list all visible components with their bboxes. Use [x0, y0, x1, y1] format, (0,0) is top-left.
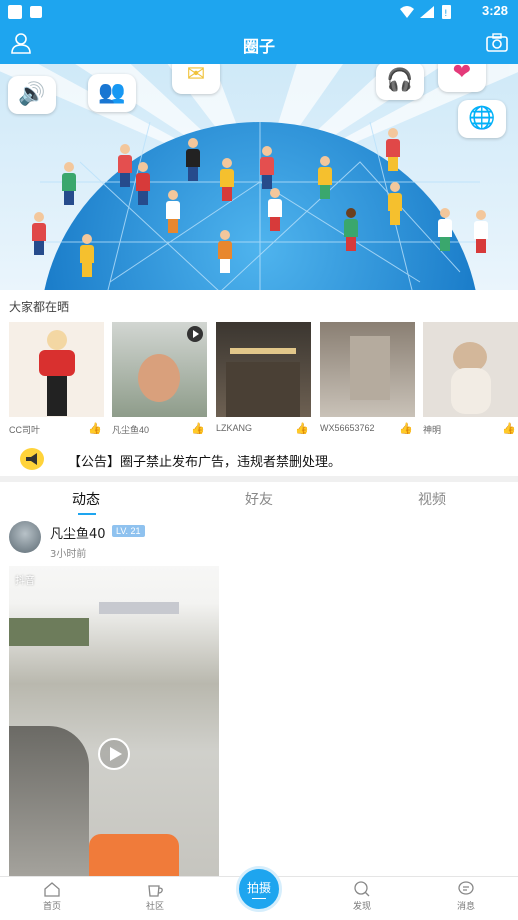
- shoot-button[interactable]: 拍摄: [236, 866, 282, 912]
- thumb-username: CC司叶: [9, 425, 40, 435]
- section-divider: [0, 476, 518, 482]
- person-figure: [186, 138, 200, 182]
- speaker-bubble-icon: 🔊: [8, 76, 56, 114]
- thumbs-up-icon[interactable]: 👍: [191, 422, 205, 435]
- person-figure: [260, 146, 274, 190]
- mail-bubble-icon: ✉: [172, 64, 220, 94]
- video-skyline: [99, 602, 179, 614]
- thumb-image: [320, 322, 415, 417]
- thumbnail-row: CC司叶 👍 凡尘鱼40 👍 LZKANG 👍 WX56653762 👍 神明 …: [9, 322, 518, 438]
- thumbs-up-icon[interactable]: 👍: [399, 422, 413, 435]
- person-figure: [166, 190, 180, 234]
- thumbs-up-icon[interactable]: 👍: [88, 422, 102, 435]
- person-figure: [80, 234, 94, 278]
- avatar[interactable]: [9, 521, 41, 553]
- nav-discover[interactable]: 发现: [342, 881, 382, 912]
- thumb-image: [9, 322, 104, 417]
- person-figure: [386, 128, 400, 172]
- nav-community-label: 社区: [145, 902, 164, 912]
- page-title: 圈子: [242, 37, 275, 56]
- nav-home[interactable]: 首页: [32, 881, 72, 912]
- thumb-card[interactable]: WX56653762 👍: [320, 322, 415, 438]
- tab-videos[interactable]: 视频: [418, 489, 446, 509]
- nav-messages[interactable]: 消息: [446, 881, 486, 912]
- tab-dynamic[interactable]: 动态: [72, 489, 100, 509]
- discover-icon: [354, 881, 370, 897]
- headset-bubble-icon: 🎧: [376, 64, 424, 100]
- tab-friends[interactable]: 好友: [245, 489, 273, 509]
- svg-text:!: !: [444, 9, 448, 19]
- nav-community[interactable]: 社区: [135, 881, 175, 912]
- person-figure: [318, 156, 332, 200]
- section-title: 大家都在晒: [9, 300, 70, 314]
- thumb-image: [112, 322, 207, 417]
- thumb-card[interactable]: CC司叶 👍: [9, 322, 104, 438]
- play-badge-icon: [187, 326, 203, 342]
- thumb-image: [423, 322, 518, 417]
- thumb-image: [216, 322, 311, 417]
- app-notification-icon: [30, 6, 42, 18]
- person-figure: [218, 230, 232, 274]
- megaphone-icon: [20, 448, 44, 470]
- thumb-card[interactable]: 神明 👍: [423, 322, 518, 438]
- video-scene: [9, 618, 89, 646]
- play-button[interactable]: [98, 738, 130, 770]
- thumb-card[interactable]: LZKANG 👍: [216, 322, 311, 438]
- app-header: 圈子: [0, 24, 518, 64]
- camera-icon[interactable]: [486, 33, 508, 53]
- cup-icon: [148, 885, 163, 897]
- person-figure: [32, 212, 46, 256]
- status-bar: ! 3:28: [0, 0, 518, 24]
- announcement-bar[interactable]: 【公告】圈子禁止发布广告，违规者禁删处理。: [0, 440, 518, 478]
- globe-bubble-icon: 🌐: [458, 100, 506, 138]
- nav-discover-label: 发现: [352, 902, 371, 912]
- notification-icon: [8, 5, 22, 19]
- people-bubble-icon: 👥: [88, 74, 136, 112]
- thumb-username: 神明: [423, 425, 442, 435]
- video-bag: [89, 834, 179, 876]
- shoot-label: 拍摄: [246, 881, 271, 895]
- person-figure: [118, 144, 132, 188]
- thumb-card[interactable]: 凡尘鱼40 👍: [112, 322, 207, 438]
- nav-messages-label: 消息: [456, 902, 475, 912]
- thumbs-up-icon[interactable]: 👍: [502, 422, 516, 435]
- video-rocks: [9, 726, 89, 876]
- person-figure: [344, 208, 358, 252]
- thumb-username: 凡尘鱼40: [112, 425, 150, 435]
- post-video[interactable]: 抖音: [9, 566, 219, 876]
- message-icon: [458, 881, 474, 895]
- person-figure: [220, 158, 234, 202]
- thumb-username: LZKANG: [216, 423, 253, 433]
- shoot-underline: [252, 898, 266, 899]
- person-figure: [136, 162, 150, 206]
- person-figure: [62, 162, 76, 206]
- thumbs-up-icon[interactable]: 👍: [295, 422, 309, 435]
- banner-image[interactable]: 🔊 👥 ✉ 🎧 ❤ 🌐: [0, 64, 518, 290]
- person-figure: [388, 182, 402, 226]
- person-figure: [474, 210, 488, 254]
- thumb-username: WX56653762: [320, 423, 375, 433]
- person-figure: [438, 208, 452, 252]
- person-figure: [268, 188, 282, 232]
- post-time: 3小时前: [50, 549, 87, 560]
- post-username[interactable]: 凡尘鱼40: [50, 523, 106, 542]
- heart-bubble-icon: ❤: [438, 64, 486, 92]
- level-badge: LV. 21: [112, 525, 145, 537]
- home-icon: [44, 882, 60, 897]
- announcement-text: 【公告】圈子禁止发布广告，违规者禁删处理。: [68, 455, 342, 470]
- feed-tabs: 动态 好友 视频: [0, 484, 518, 518]
- nav-home-label: 首页: [42, 902, 61, 912]
- signal-wifi-battery-icons: !: [400, 5, 451, 19]
- status-time: 3:28: [481, 3, 508, 18]
- tab-indicator: [78, 513, 96, 515]
- tiktok-watermark: 抖音: [15, 576, 35, 587]
